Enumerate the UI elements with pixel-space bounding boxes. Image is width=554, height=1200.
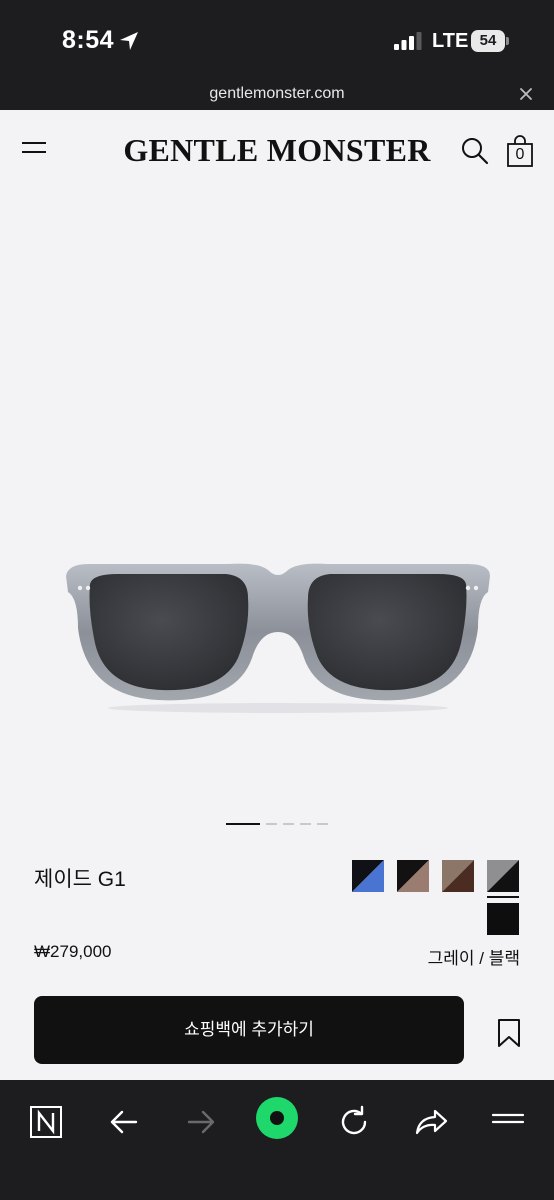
color-swatch-black[interactable] bbox=[487, 903, 519, 935]
carousel-dot[interactable] bbox=[317, 823, 328, 825]
product-name: 제이드 G1 bbox=[34, 868, 126, 891]
url-text[interactable]: gentlemonster.com bbox=[0, 85, 554, 103]
battery-level: 54 bbox=[471, 30, 505, 52]
close-icon[interactable] bbox=[518, 86, 534, 102]
green-dot-home-icon[interactable] bbox=[255, 1096, 299, 1140]
reload-icon[interactable] bbox=[334, 1102, 374, 1142]
status-time: 8:54 bbox=[62, 26, 115, 54]
color-swatch-gray-black[interactable] bbox=[487, 860, 519, 892]
carousel-dot[interactable] bbox=[266, 823, 277, 825]
color-swatch-black-blue[interactable] bbox=[352, 860, 384, 892]
site-header: GENTLE MONSTER 0 bbox=[0, 110, 554, 194]
url-bar[interactable]: gentlemonster.com bbox=[0, 80, 554, 110]
selected-swatch-indicator bbox=[487, 896, 519, 898]
forward-arrow-icon[interactable] bbox=[181, 1102, 221, 1142]
cellular-signal-icon bbox=[394, 32, 422, 50]
search-icon[interactable] bbox=[460, 136, 490, 166]
add-to-bag-button[interactable]: 쇼핑백에 추가하기 bbox=[34, 996, 464, 1064]
product-image[interactable] bbox=[0, 194, 554, 814]
shopping-bag-icon[interactable]: 0 bbox=[506, 134, 534, 168]
image-carousel-indicator[interactable] bbox=[0, 818, 554, 828]
sunglasses-image bbox=[66, 563, 490, 713]
battery-icon: 54 bbox=[471, 30, 509, 52]
bag-count: 0 bbox=[515, 146, 525, 163]
back-arrow-icon[interactable] bbox=[104, 1102, 144, 1142]
carousel-dot[interactable] bbox=[283, 823, 294, 825]
brand-logo[interactable]: GENTLE MONSTER bbox=[118, 132, 436, 169]
carousel-dot-active[interactable] bbox=[226, 823, 260, 825]
battery-cap bbox=[506, 37, 509, 45]
product-price: ₩279,000 bbox=[34, 942, 112, 961]
browser-toolbar bbox=[0, 1080, 554, 1200]
carousel-dot[interactable] bbox=[300, 823, 311, 825]
selected-color-name: 그레이 / 블랙 bbox=[427, 949, 520, 968]
network-type: LTE bbox=[432, 30, 469, 52]
naver-n-icon[interactable] bbox=[26, 1102, 66, 1142]
bookmark-icon[interactable] bbox=[496, 1018, 522, 1048]
color-swatch-brown-brown[interactable] bbox=[442, 860, 474, 892]
menu-icon[interactable] bbox=[22, 142, 48, 160]
menu-lines-icon[interactable] bbox=[488, 1102, 528, 1142]
color-swatch-black-brown[interactable] bbox=[397, 860, 429, 892]
status-bar: 8:54 LTE 54 bbox=[0, 0, 554, 80]
share-arrow-icon[interactable] bbox=[411, 1102, 451, 1142]
location-arrow-icon bbox=[120, 32, 138, 50]
